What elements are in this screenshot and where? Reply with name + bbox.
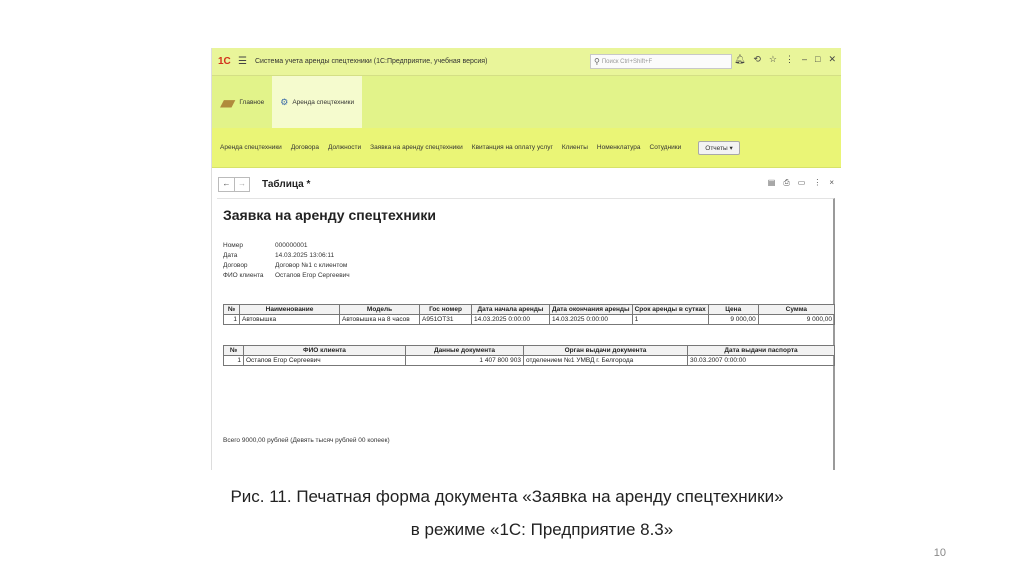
table-cell: 14.03.2025 0:00:00 — [471, 314, 550, 325]
page-number: 10 — [933, 547, 946, 559]
home-icon: ▰ — [220, 91, 236, 114]
forward-button[interactable]: → — [234, 177, 249, 191]
nav-item-employees[interactable]: Сотудники — [650, 144, 682, 151]
table-cell: 1 407 800 903 — [405, 355, 524, 366]
figure-caption-line-2: в режиме «1С: Предприятие 8.3» — [0, 520, 1024, 540]
search-input[interactable]: ⚲ Поиск Ctrl+Shift+F — [590, 54, 732, 69]
section-main[interactable]: ▰ Главное — [212, 76, 272, 128]
nav-item-contracts[interactable]: Договора — [291, 144, 319, 151]
preview-icon[interactable]: ▭ — [798, 178, 806, 188]
field-value: Договор №1 с клиентом — [275, 262, 348, 269]
window-controls: 🔔︎ ⟲ ☆ ⋮ – □ ✕ — [734, 54, 836, 65]
field-label: ФИО клиента — [223, 272, 264, 279]
column-header: Дата выдачи паспорта — [687, 345, 835, 356]
nav-item-receipts[interactable]: Квитанция на оплату услуг — [472, 144, 553, 151]
app-logo: 1С — [218, 56, 231, 67]
history-icon[interactable]: ⟲ — [753, 54, 761, 65]
minimize-icon[interactable]: – — [802, 54, 807, 65]
nav-item-clients[interactable]: Клиенты — [562, 144, 588, 151]
navigation-bar: Аренда спецтехники Договора Должности За… — [212, 128, 841, 168]
equipment-table: № Наименование Модель Гос номер Дата нач… — [223, 304, 836, 325]
column-header: Цена — [707, 304, 759, 315]
more-icon[interactable]: ⋮ — [785, 54, 794, 65]
column-header: Орган выдачи документа — [523, 345, 688, 356]
caption-line-2: в режиме «1С: Предприятие 8.3» — [410, 520, 674, 539]
field-date: Дата 14.03.2025 13:06:11 — [223, 251, 350, 261]
machinery-icon: ⚙ — [280, 96, 289, 107]
column-header: Модель — [339, 304, 420, 315]
document-tools: ▤ ⎙ ▭ ⋮ × — [768, 178, 834, 188]
close-icon[interactable]: × — [829, 178, 834, 188]
history-nav: ← → — [218, 176, 250, 192]
column-header: Данные документа — [405, 345, 524, 356]
table-cell: 1 — [223, 314, 240, 325]
field-value: Остапов Егор Сергеевич — [275, 272, 350, 279]
table-header-row: № Наименование Модель Гос номер Дата нач… — [223, 304, 836, 315]
client-table: № ФИО клиента Данные документа Орган выд… — [223, 345, 835, 366]
document-title: Таблица * — [262, 178, 311, 190]
field-label: Договор — [223, 262, 248, 269]
nav-item-rental[interactable]: Аренда спецтехники — [220, 144, 282, 151]
column-header: № — [223, 304, 240, 315]
field-label: Номер — [223, 242, 244, 249]
column-header: № — [223, 345, 244, 356]
field-number: Номер 000000001 — [223, 241, 350, 251]
column-header: ФИО клиента — [243, 345, 406, 356]
document-header: ← → Таблица * ▤ ⎙ ▭ ⋮ × — [212, 174, 841, 194]
star-icon[interactable]: ☆ — [769, 54, 777, 65]
section-rental[interactable]: ⚙ Аренда спецтехники — [272, 76, 363, 128]
hamburger-icon[interactable]: ☰ — [238, 56, 247, 67]
reports-button[interactable]: Отчеты ▾ — [698, 140, 740, 155]
maximize-icon[interactable]: □ — [815, 54, 820, 65]
print-form: Заявка на аренду спецтехники Номер 00000… — [217, 198, 836, 470]
table-header-row: № ФИО клиента Данные документа Орган выд… — [223, 345, 835, 356]
table-cell: 30.03.2007 0:00:00 — [687, 355, 835, 366]
search-icon: ⚲ — [594, 57, 600, 66]
table-cell: отделением №1 УМВД г. Белгорода — [523, 355, 688, 366]
column-header: Наименование — [239, 304, 340, 315]
table-cell: 9 000,00 — [757, 314, 836, 325]
table-row: 1 Остапов Егор Сергеевич 1 407 800 903 о… — [223, 355, 835, 366]
column-header: Срок аренды в сутках — [631, 304, 709, 315]
column-header: Сумма — [757, 304, 836, 315]
figure-caption: Рис. 11. Печатная форма документа «Заявк… — [0, 487, 1024, 507]
title-bar: 1С ☰ Система учета аренды спецтехники (1… — [212, 48, 841, 76]
column-header: Дата окончания аренды — [549, 304, 633, 315]
table-cell: Автовышка — [239, 314, 340, 325]
field-contract: Договор Договор №1 с клиентом — [223, 261, 350, 271]
table-row: 1 Автовышка Автовышка на 8 часов А951ОТ3… — [223, 314, 836, 325]
form-title: Заявка на аренду спецтехники — [223, 207, 437, 223]
table-cell: Остапов Егор Сергеевич — [243, 355, 406, 366]
nav-item-positions[interactable]: Должности — [328, 144, 361, 151]
table-cell: 1 — [631, 314, 709, 325]
save-icon[interactable]: ▤ — [768, 178, 776, 188]
print-icon[interactable]: ⎙ — [783, 178, 789, 188]
close-icon[interactable]: ✕ — [828, 54, 836, 65]
app-title: Система учета аренды спецтехники (1С:Пре… — [254, 58, 488, 65]
app-screenshot: 1С ☰ Система учета аренды спецтехники (1… — [211, 48, 841, 470]
table-cell: 9 000,00 — [707, 314, 759, 325]
column-header: Дата начала аренды — [471, 304, 550, 315]
table-cell: Автовышка на 8 часов — [339, 314, 420, 325]
bell-icon[interactable]: 🔔︎ — [734, 54, 745, 65]
back-button[interactable]: ← — [219, 178, 234, 191]
more-icon[interactable]: ⋮ — [813, 178, 821, 188]
table-cell: 14.03.2025 0:00:00 — [549, 314, 633, 325]
field-label: Дата — [223, 252, 238, 259]
nav-item-nomenclature[interactable]: Номенклатура — [597, 144, 641, 151]
field-value: 14.03.2025 13:06:11 — [275, 252, 335, 259]
column-header: Гос номер — [419, 304, 472, 315]
field-value: 000000001 — [275, 242, 308, 249]
search-placeholder: Поиск Ctrl+Shift+F — [601, 58, 653, 65]
total-text: Всего 9000,00 рублей (Девять тысяч рубле… — [223, 437, 390, 444]
table-cell: 1 — [223, 355, 244, 366]
section-panel: ▰ Главное ⚙ Аренда спецтехники — [212, 76, 841, 128]
section-main-label: Главное — [239, 98, 265, 106]
field-client: ФИО клиента Остапов Егор Сергеевич — [223, 271, 350, 281]
table-cell: А951ОТ31 — [419, 314, 472, 325]
form-fields: Номер 000000001 Дата 14.03.2025 13:06:11… — [223, 241, 350, 281]
nav-item-requests[interactable]: Заявка на аренду спецтехники — [370, 144, 463, 151]
caption-line-1: Рис. 11. Печатная форма документа «Заявк… — [230, 487, 784, 506]
section-rental-label: Аренда спецтехники — [292, 98, 355, 106]
